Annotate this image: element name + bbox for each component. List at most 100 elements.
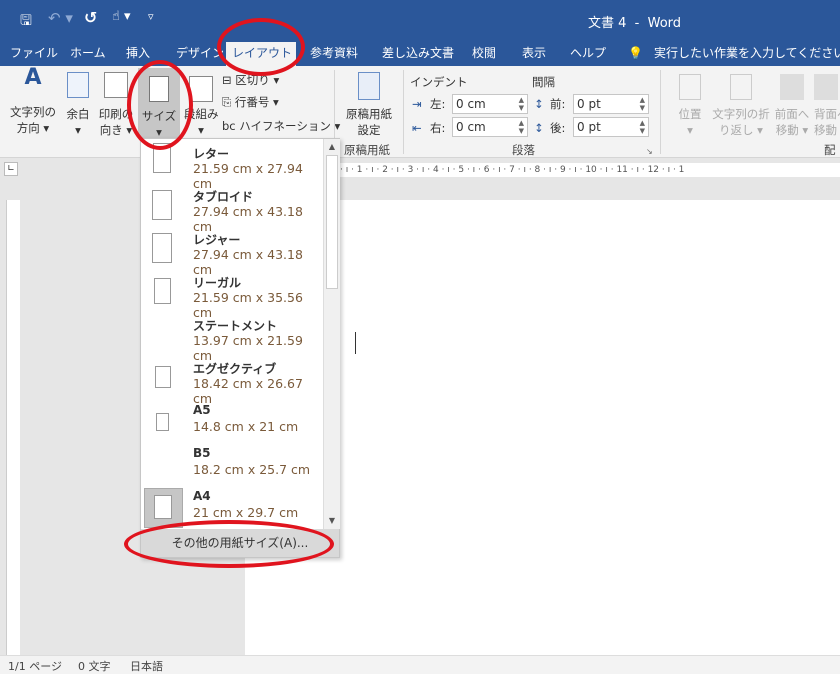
tab-review[interactable]: 校閲 [466,42,502,66]
vertical-ruler[interactable] [6,200,20,655]
label: レター [193,147,230,161]
page-icon [154,278,171,304]
value: 0 pt [577,120,601,134]
tab-references[interactable]: 参考資料 [304,42,364,66]
page-icon [156,413,169,431]
position-button[interactable]: 位置 ▾ [670,74,710,138]
label: ハイフネーション ▾ [239,119,341,133]
page-icon [152,190,172,220]
spinner[interactable]: ▲ ▼ [640,119,645,135]
window-title: 文書 4 - Word [588,16,682,31]
tab-mailings[interactable]: 差し込み文書 [376,42,460,66]
position-icon [679,74,701,100]
genko-icon [358,72,380,100]
word-count[interactable]: 0 文字 [78,658,111,674]
divider [660,70,661,154]
text-direction-icon: A [24,65,42,90]
lightbulb-icon: 💡 [628,46,643,60]
label: ステートメント [193,319,278,333]
value: 0 pt [577,97,601,111]
send-backward-icon [814,74,838,100]
size-option-b5[interactable]: B5 18.2 cm x 25.7 cm [141,440,323,483]
size-option-ledger[interactable]: レジャー 27.94 cm x 43.18 cm [141,225,323,277]
label: A5 [193,403,211,417]
spacing-label: 間隔 [532,75,555,89]
size-option-legal[interactable]: リーガル 21.59 cm x 35.56 cm [141,268,323,320]
scroll-thumb[interactable] [326,155,338,289]
hyphenation-button[interactable]: bc ハイフネーション ▾ [222,118,340,134]
highlight-ring-more-sizes [124,520,334,568]
dropdown-scrollbar[interactable]: ▲ ▼ [323,139,340,529]
page-icon [154,495,172,519]
label: 前: [550,97,566,111]
genko-settings-button[interactable]: 原稿用紙 設定 [340,72,398,138]
wrap-text-icon [730,74,752,100]
label: 設定 [357,123,381,137]
scroll-up-arrow[interactable]: ▲ [324,139,340,155]
customize-icon[interactable]: ▿ [148,10,154,23]
spinner[interactable]: ▲ ▼ [640,96,645,112]
label: B5 [193,446,211,460]
spacing-after-input[interactable]: 0 pt ▲ ▼ [573,117,649,137]
hyphenation-icon: bc [222,119,240,133]
label: 文字列の [10,105,56,119]
tab-help[interactable]: ヘルプ [564,42,612,66]
bring-forward-button[interactable]: 前面へ 移動 ▾ [772,74,812,138]
spacing-after-icon: ↕ [534,121,544,135]
spacing-before-icon: ↕ [534,97,544,111]
margins-button[interactable]: 余白 ▾ [62,70,94,138]
indent-label: インデント [410,75,468,89]
tab-home[interactable]: ホーム [64,42,112,66]
value: 0 cm [456,97,486,111]
undo-icon[interactable]: ↶ ▾ [48,9,73,27]
label: レジャー [193,233,241,247]
label: 余白 [66,107,90,121]
orientation-icon [104,72,128,98]
label: 原稿用紙 [346,107,392,121]
page-size-dropdown: レター 21.59 cm x 27.94 cm タブロイド 27.94 cm x 4… [140,138,340,558]
spacing-before-input[interactable]: 0 pt ▲ ▼ [573,94,649,114]
language[interactable]: 日本語 [130,658,163,674]
label: 文字列の折 [712,107,770,121]
text-cursor [355,332,356,354]
size-option-tabloid[interactable]: タブロイド 27.94 cm x 43.18 cm [141,182,323,234]
label: リーガル [193,276,242,290]
tab-selector[interactable]: ∟ [4,162,18,176]
label: 方向 ▾ [16,121,50,135]
size-option-a5[interactable]: A5 14.8 cm x 21 cm [141,397,323,440]
group-label-genko: 原稿用紙 [344,143,390,157]
breaks-icon: ⊟ [222,73,236,87]
title-bar: 🖫 ↶ ▾ ↺ ☝ ▾ ▿ 文書 4 - Word [0,0,840,38]
send-backward-button[interactable]: 背面へ移動 ▾ [814,74,840,138]
tab-view[interactable]: 表示 [516,42,552,66]
tab-file[interactable]: ファイル [4,42,64,66]
divider [403,70,404,154]
redo-icon[interactable]: ↺ [84,8,97,27]
page-icon [152,233,172,263]
label: 背面へ [814,107,840,121]
line-numbers-button[interactable]: ⎘ 行番号 ▾ [222,94,279,110]
value: 0 cm [456,120,486,134]
size-option-executive[interactable]: エグゼクティブ 18.42 cm x 26.67 cm [141,354,323,406]
indent-right-icon: ⇤ [412,121,422,135]
label: 移動 ▾ [775,123,809,137]
group-label-paragraph: 段落 [512,143,535,157]
indent-left-input[interactable]: 0 cm ▲ ▼ [452,94,528,114]
text-direction-button[interactable]: A 文字列の方向 ▾ [6,65,60,136]
label: 右: [430,121,446,135]
size-option-statement[interactable]: ステートメント 13.97 cm x 21.59 cm [141,311,323,363]
wrap-text-button[interactable]: 文字列の折り返し ▾ [710,74,772,138]
touch-mode-icon[interactable]: ☝ ▾ [112,9,131,24]
label: ▾ [687,123,693,137]
page-count[interactable]: 1/1 ページ [8,658,62,674]
save-icon[interactable]: 🖫 [20,10,32,34]
label: り返し ▾ [719,123,763,137]
scroll-down-arrow[interactable]: ▼ [324,513,340,529]
label: 左: [430,97,446,111]
spinner[interactable]: ▲ ▼ [519,119,524,135]
spinner[interactable]: ▲ ▼ [519,96,524,112]
indent-right-input[interactable]: 0 cm ▲ ▼ [452,117,528,137]
label: A4 [193,489,211,503]
tell-me-input[interactable]: 実行したい作業を入力してください [648,42,840,66]
horizontal-ruler[interactable]: · ı · 1 · ı · 2 · ı · 3 · ı · 4 · ı · 5 … [340,163,840,177]
